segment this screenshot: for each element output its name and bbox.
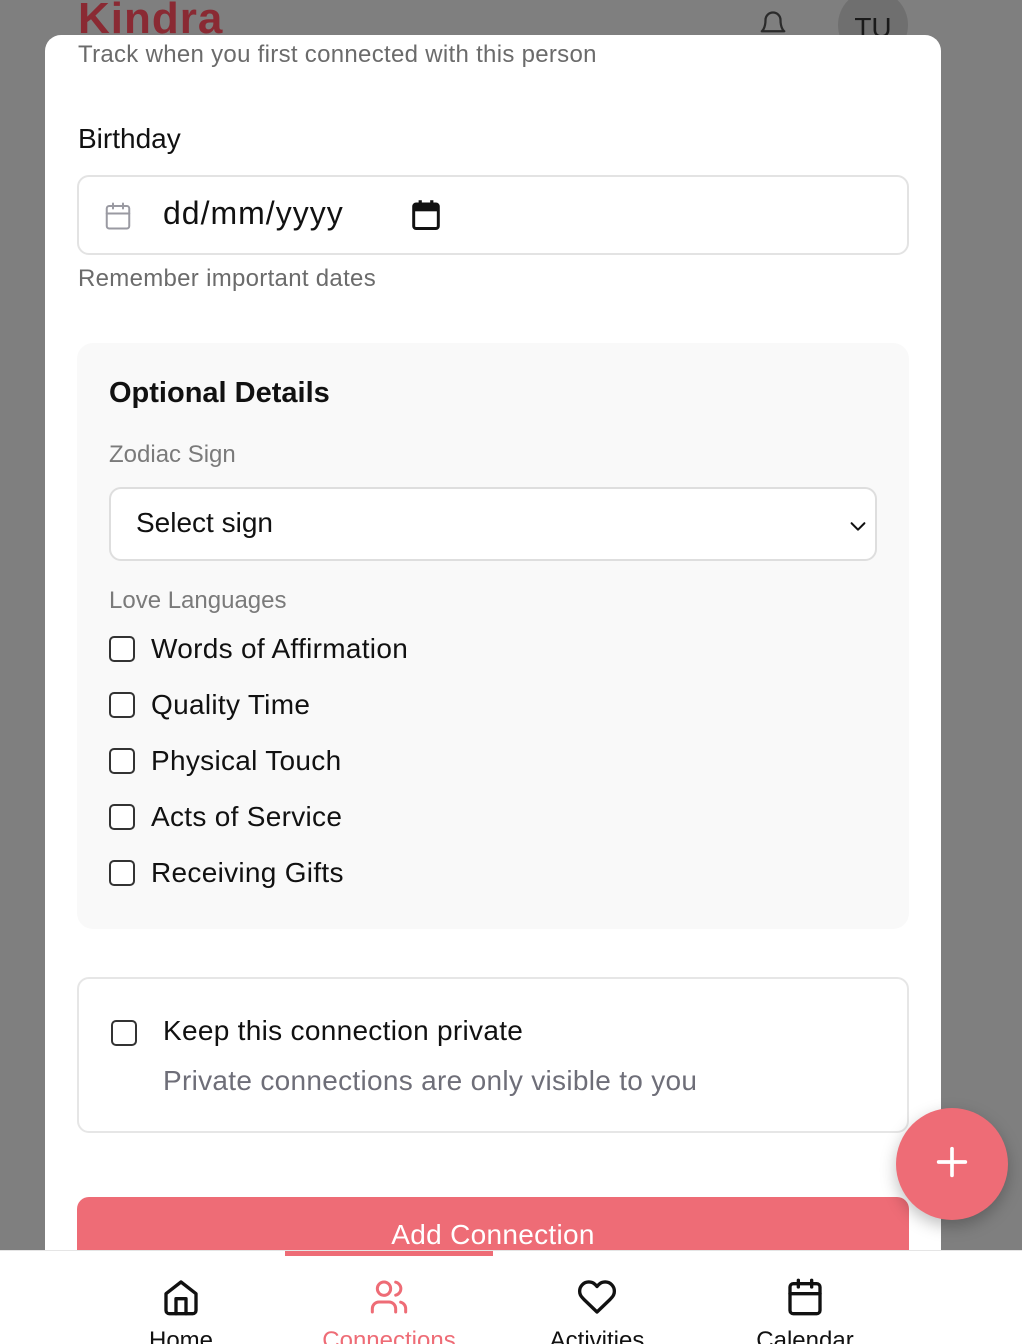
nav-label-activities: Activities	[549, 1327, 645, 1344]
love-language-option[interactable]: Physical Touch	[109, 741, 341, 781]
checkbox[interactable]	[109, 748, 135, 774]
heart-icon	[497, 1277, 697, 1317]
love-languages-label: Love Languages	[109, 587, 287, 614]
plus-icon	[932, 1142, 972, 1187]
checkbox[interactable]	[109, 860, 135, 886]
nav-label-calendar: Calendar	[756, 1327, 854, 1344]
birthday-date-input[interactable]: dd/mm/yyyy	[77, 175, 909, 255]
nav-item-activities[interactable]: Activities	[497, 1277, 697, 1344]
zodiac-sign-label: Zodiac Sign	[109, 441, 236, 468]
calendar-icon	[103, 201, 133, 231]
add-connection-modal: Track when you first connected with this…	[45, 35, 941, 1275]
private-title: Keep this connection private	[163, 1015, 524, 1046]
home-icon	[81, 1277, 281, 1317]
love-language-label: Physical Touch	[151, 745, 342, 776]
bottom-nav: Home Connections Activities Calendar	[0, 1250, 1022, 1344]
love-language-label: Receiving Gifts	[151, 857, 344, 888]
love-language-option[interactable]: Acts of Service	[109, 797, 342, 837]
love-language-option[interactable]: Receiving Gifts	[109, 853, 344, 893]
calendar-icon	[705, 1277, 905, 1317]
private-checkbox[interactable]	[111, 1020, 137, 1046]
active-tab-indicator	[285, 1251, 493, 1256]
nav-label-connections: Connections	[322, 1327, 456, 1344]
chevron-down-icon	[847, 515, 869, 537]
nav-label-home: Home	[148, 1327, 214, 1344]
love-language-label: Acts of Service	[151, 801, 343, 832]
background-header: Kindra TU	[0, 0, 1022, 60]
users-icon	[289, 1277, 489, 1317]
connected-date-hint: Track when you first connected with this…	[78, 41, 597, 68]
nav-item-home[interactable]: Home	[81, 1277, 281, 1344]
nav-item-calendar[interactable]: Calendar	[705, 1277, 905, 1344]
birthday-label: Birthday	[78, 123, 181, 154]
love-language-option[interactable]: Quality Time	[109, 685, 310, 725]
date-picker-icon[interactable]	[411, 199, 441, 231]
checkbox[interactable]	[109, 804, 135, 830]
birthday-placeholder: dd/mm/yyyy	[163, 195, 344, 231]
checkbox[interactable]	[109, 636, 135, 662]
love-language-label: Words of Affirmation	[151, 633, 409, 664]
nav-item-connections[interactable]: Connections	[289, 1277, 489, 1344]
optional-details-title: Optional Details	[109, 377, 330, 409]
love-language-label: Quality Time	[151, 689, 311, 720]
optional-details-section: Optional Details Zodiac Sign Select sign…	[77, 343, 909, 929]
checkbox[interactable]	[109, 692, 135, 718]
zodiac-selected-value: Select sign	[136, 507, 273, 538]
private-subtitle: Private connections are only visible to …	[163, 1065, 698, 1096]
zodiac-sign-select[interactable]: Select sign	[109, 487, 877, 561]
private-connection-card[interactable]: Keep this connection private Private con…	[77, 977, 909, 1133]
love-language-option[interactable]: Words of Affirmation	[109, 629, 408, 669]
birthday-hint: Remember important dates	[78, 265, 376, 292]
add-fab-button[interactable]	[896, 1108, 1008, 1220]
